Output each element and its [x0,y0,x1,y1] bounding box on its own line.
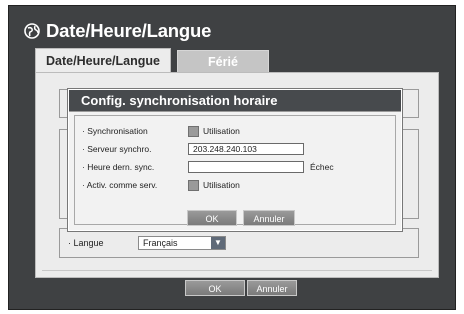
language-select[interactable]: Français ▼ [138,236,226,250]
dialog-ok-button[interactable]: OK [187,210,237,226]
dialog-body: · Synchronisation Utilisation · Serveur … [74,115,396,226]
server-mode-checkbox[interactable] [188,180,199,191]
globe-icon [24,23,40,39]
last-sync-label: · Heure dern. sync. [82,162,155,172]
tab-holiday[interactable]: Férié [177,50,269,72]
sync-option-label: Utilisation [203,126,240,136]
tab-date-time-language[interactable]: Date/Heure/Langue [35,48,171,73]
server-label: · Serveur synchro. [82,144,152,154]
server-address-field[interactable]: 203.248.240.103 [188,143,304,155]
settings-group-language: · Langue Français ▼ [59,228,419,258]
dialog-title: Config. synchronisation horaire [81,93,278,108]
chevron-down-icon: ▼ [211,237,225,249]
last-sync-field[interactable] [188,161,304,173]
window-titlebar: Date/Heure/Langue [9,6,455,48]
language-label-text: Langue [73,238,104,248]
cancel-button[interactable]: Annuler [247,280,297,296]
sync-label: · Synchronisation [82,126,148,136]
language-select-value: Français [143,238,178,248]
server-mode-label: · Activ. comme serv. [82,180,158,190]
server-mode-option-label: Utilisation [203,180,240,190]
sync-checkbox[interactable] [188,126,199,137]
dialog-cancel-button[interactable]: Annuler [243,210,295,226]
language-label: · Langue [68,238,104,248]
ok-button[interactable]: OK [185,280,245,296]
time-sync-dialog: Config. synchronisation horaire · Synchr… [68,89,402,231]
dialog-titlebar: Config. synchronisation horaire [69,90,401,112]
last-sync-status: Échec [310,162,334,172]
page-title: Date/Heure/Langue [46,20,212,41]
